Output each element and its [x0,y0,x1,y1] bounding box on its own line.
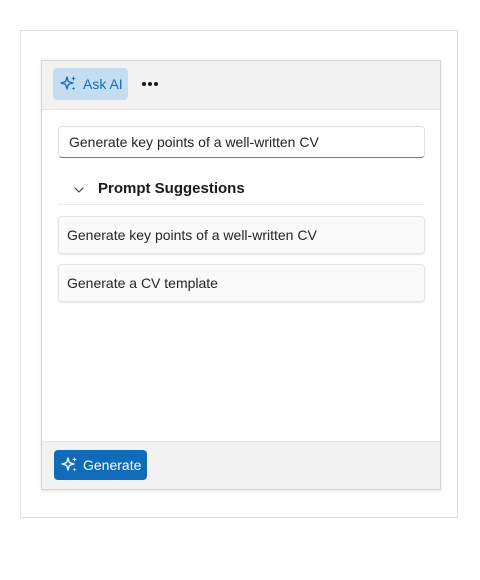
sparkle-icon [60,75,78,93]
suggestion-item[interactable]: Generate key points of a well-written CV [58,216,425,254]
ai-prompt-panel: Ask AI Prompt Suggestions Generate key p… [41,60,441,490]
panel-footer: Generate [42,441,440,489]
generate-button[interactable]: Generate [54,450,147,480]
sparkle-icon [61,456,79,474]
demo-container: Ask AI Prompt Suggestions Generate key p… [20,30,458,518]
prompt-suggestions-title: Prompt Suggestions [98,180,245,197]
generate-label: Generate [83,457,142,473]
suggestion-item-label: Generate a CV template [67,275,218,291]
suggestion-item[interactable]: Generate a CV template [58,264,425,302]
chevron-down-icon [73,183,85,195]
prompt-suggestions-header[interactable]: Prompt Suggestions [58,173,425,205]
ask-ai-label: Ask AI [83,76,123,92]
suggestion-item-label: Generate key points of a well-written CV [67,227,317,243]
more-horizontal-icon [142,82,158,86]
prompt-input[interactable] [58,126,425,158]
ask-ai-button[interactable]: Ask AI [53,68,128,100]
more-options-button[interactable] [137,71,163,97]
panel-toolbar: Ask AI [42,61,440,110]
